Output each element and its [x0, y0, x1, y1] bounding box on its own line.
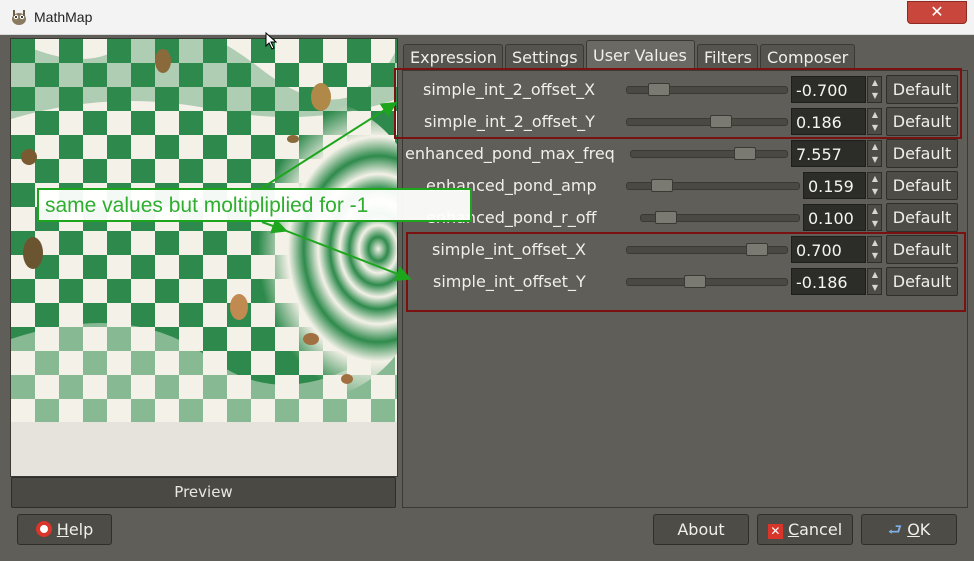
cancel-button[interactable]: ✕ Cancel: [757, 514, 853, 545]
ok-button[interactable]: ⮐ OK: [861, 514, 957, 545]
arrow-small: [261, 218, 288, 234]
annotation-label: same values but moltipliplied for -1: [37, 188, 472, 222]
about-button[interactable]: About: [653, 514, 749, 545]
annotation-arrows: [261, 101, 412, 282]
return-arrow-icon: ⮐: [887, 520, 903, 539]
arrow-to-bottom-box: [283, 229, 412, 282]
arrow-to-top-box: [261, 101, 398, 189]
mouse-cursor-icon: [265, 32, 278, 50]
lifebuoy-icon: [35, 521, 52, 537]
mathmap-window: MathMap ✕ Preview Expression Settings Us…: [0, 0, 974, 561]
cancel-icon: ✕: [767, 524, 783, 539]
help-button[interactable]: Help: [17, 514, 112, 545]
